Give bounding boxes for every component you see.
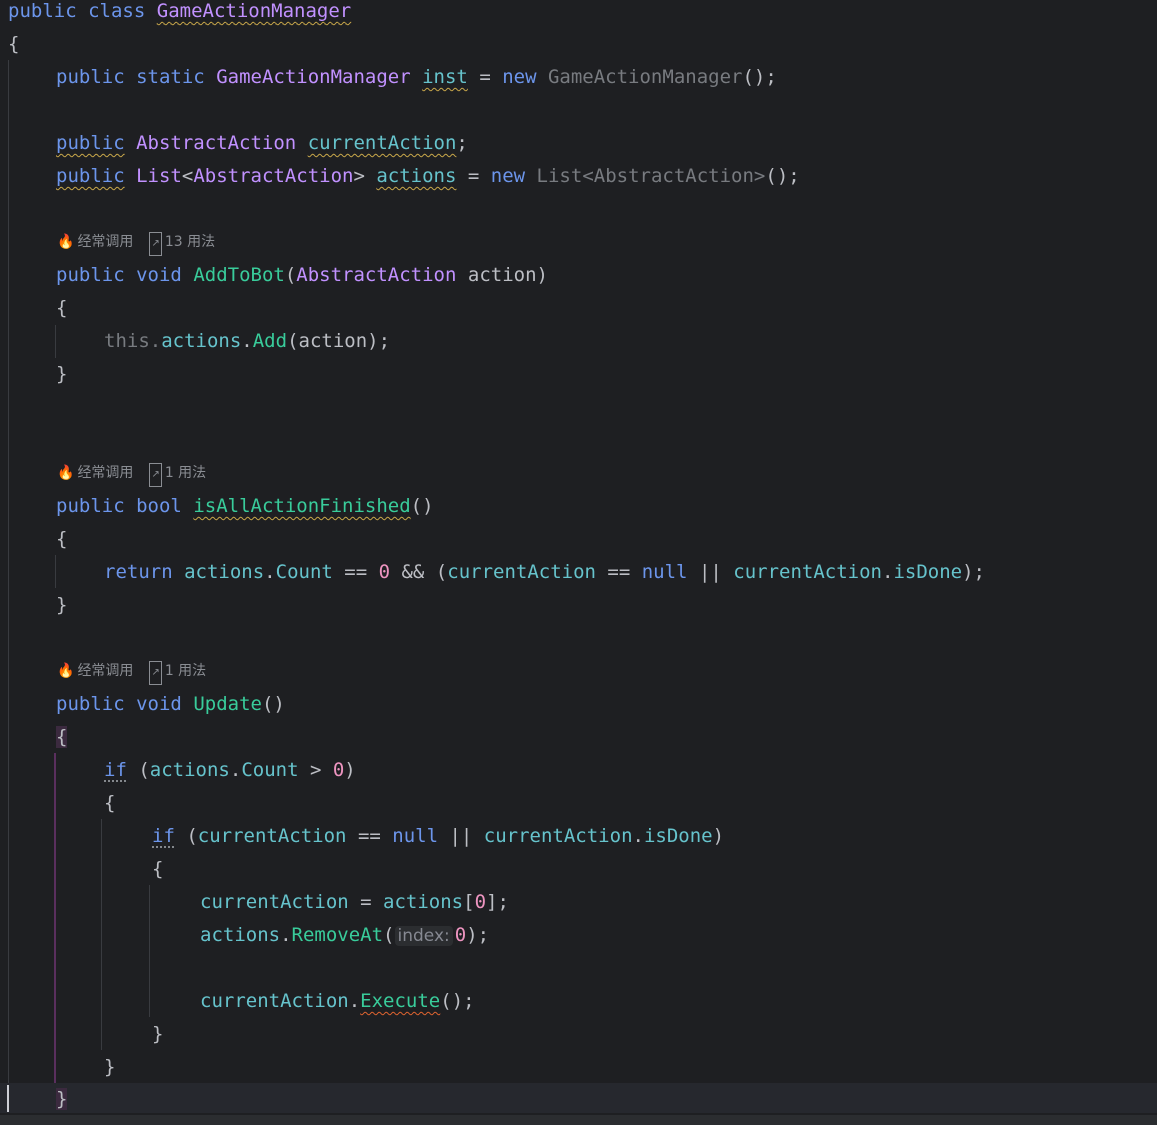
code-line-current[interactable]: } [0, 1083, 1157, 1113]
code-vision-hint: 🔥 经常调用 ↗ 13 用法 [57, 231, 231, 256]
code-line[interactable]: { [56, 528, 67, 561]
horizontal-scrollbar[interactable] [0, 1115, 1157, 1125]
usages-link-icon: ↗ [149, 232, 162, 256]
parameter-hint: index: [394, 926, 453, 946]
code-line[interactable]: { [152, 858, 163, 891]
code-line[interactable]: public void Update() [56, 693, 285, 726]
code-line[interactable]: if (currentAction == null || currentActi… [152, 825, 724, 858]
frequent-calls-hint[interactable]: 🔥 经常调用 [57, 462, 141, 484]
code-line[interactable]: public class GameActionManager [8, 0, 351, 33]
code-line[interactable]: currentAction.Execute(); [200, 990, 475, 1023]
indent-guide-active [54, 753, 56, 1083]
code-line[interactable]: { [8, 33, 19, 66]
code-line[interactable]: } [56, 363, 67, 396]
code-line[interactable]: { [56, 297, 67, 330]
indent-guide [8, 60, 9, 1100]
text-caret [7, 1085, 9, 1112]
code-line[interactable]: if (actions.Count > 0) [104, 759, 356, 792]
code-line[interactable]: public List<AbstractAction> actions = ne… [56, 165, 800, 198]
flame-icon: 🔥 [57, 234, 75, 250]
code-line[interactable]: this.actions.Add(action); [104, 330, 390, 363]
frequent-calls-hint[interactable]: 🔥 经常调用 [57, 660, 141, 682]
indent-guide [101, 819, 102, 1050]
usages-hint[interactable]: ↗ 1 用法 [149, 462, 214, 487]
usages-link-icon: ↗ [149, 463, 162, 487]
code-editor[interactable]: public class GameActionManager { public … [0, 0, 1157, 1125]
code-line[interactable]: currentAction = actions[0]; [200, 891, 509, 924]
usages-hint[interactable]: ↗ 13 用法 [149, 231, 223, 256]
code-vision-hint: 🔥 经常调用 ↗ 1 用法 [57, 660, 222, 685]
code-line[interactable]: { [56, 726, 68, 759]
code-line[interactable]: public bool isAllActionFinished() [56, 495, 434, 528]
code-line[interactable]: actions.RemoveAt(index: 0); [200, 924, 489, 957]
code-line[interactable]: { [104, 792, 115, 825]
flame-icon: 🔥 [57, 663, 75, 679]
code-vision-hint: 🔥 经常调用 ↗ 1 用法 [57, 462, 222, 487]
code-line[interactable]: } [56, 594, 67, 627]
code-line[interactable]: public static GameActionManager inst = n… [56, 66, 777, 99]
frequent-calls-hint[interactable]: 🔥 经常调用 [57, 231, 141, 253]
code-line[interactable]: public void AddToBot(AbstractAction acti… [56, 264, 548, 297]
usages-hint[interactable]: ↗ 1 用法 [149, 660, 214, 685]
flame-icon: 🔥 [57, 465, 75, 481]
code-line[interactable]: return actions.Count == 0 && (currentAct… [104, 561, 985, 594]
usages-link-icon: ↗ [149, 661, 162, 685]
code-line[interactable]: } [152, 1023, 163, 1056]
code-line[interactable]: public AbstractAction currentAction; [56, 132, 468, 165]
indent-guide [149, 885, 150, 1017]
